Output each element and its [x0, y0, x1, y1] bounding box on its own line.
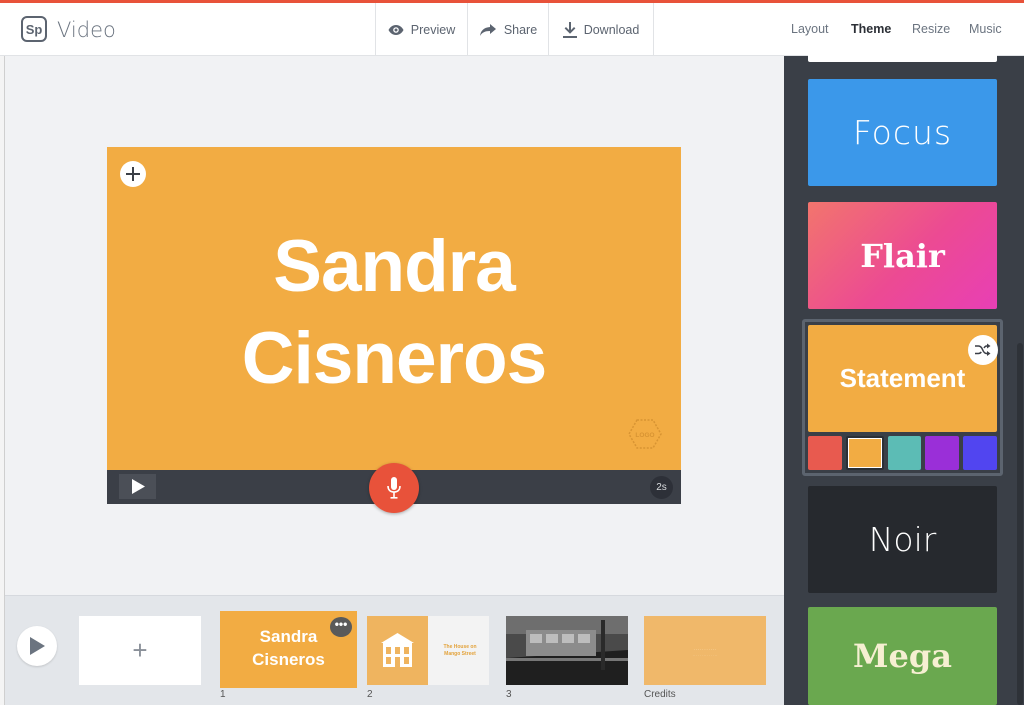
color-swatches	[808, 436, 997, 470]
add-slide-button[interactable]: +	[79, 616, 201, 685]
theme-card-noir[interactable]: Noir	[808, 486, 997, 593]
logo-badge-icon[interactable]: LOGO	[628, 419, 662, 449]
play-all-button[interactable]	[17, 626, 57, 666]
credits-text-line: · · · · · · · · · · · · · ·	[692, 653, 718, 657]
slide-options-button[interactable]: •••	[330, 617, 352, 637]
theme-panel: Focus Flair Statement Noir Mega	[784, 53, 1024, 705]
theme-card-focus[interactable]: Focus	[808, 79, 997, 186]
tab-theme[interactable]: Theme	[851, 22, 891, 36]
shuffle-colors-button[interactable]	[968, 335, 998, 365]
color-swatch-purple[interactable]	[925, 436, 960, 470]
shuffle-icon	[975, 343, 991, 356]
slide-number: 1	[220, 689, 226, 700]
share-button[interactable]: Share	[467, 3, 548, 56]
app-title: Video	[57, 18, 116, 42]
slide-canvas[interactable]: Sandra Cisneros LOGO	[107, 147, 681, 470]
slide-number: 2	[367, 689, 373, 700]
download-button[interactable]: Download	[548, 3, 654, 56]
svg-text:LOGO: LOGO	[635, 432, 654, 439]
play-icon	[30, 637, 45, 655]
slide-number: 3	[506, 689, 512, 700]
house-icon	[381, 633, 414, 667]
app-logo[interactable]: Sp	[21, 16, 47, 42]
eye-icon	[388, 24, 404, 35]
thumbnail-text-panel: The House on Mango Street	[428, 616, 489, 685]
add-element-button[interactable]	[120, 161, 146, 187]
play-slide-button[interactable]	[119, 474, 156, 499]
app-header: Sp Video Preview Share Download Layout T…	[0, 3, 1024, 56]
slide-title[interactable]: Sandra Cisneros	[107, 221, 681, 405]
microphone-icon	[387, 477, 401, 499]
slide-thumbnail-credits[interactable]: · · · · · · · · · · · · · · · · · · · · …	[644, 616, 766, 685]
slide-number: Credits	[644, 689, 676, 700]
tab-resize[interactable]: Resize	[912, 22, 950, 36]
theme-card-statement[interactable]: Statement	[808, 325, 998, 432]
theme-card-mega[interactable]: Mega	[808, 607, 997, 705]
color-swatch-teal[interactable]	[887, 436, 922, 470]
tab-music[interactable]: Music	[969, 22, 1002, 36]
tab-layout[interactable]: Layout	[791, 22, 829, 36]
slide-thumbnail-1[interactable]: Sandra Cisneros •••	[220, 611, 357, 688]
plus-icon: +	[132, 635, 148, 665]
preview-button[interactable]: Preview	[375, 3, 467, 56]
plus-icon	[126, 167, 140, 181]
record-voice-button[interactable]	[369, 463, 419, 513]
theme-card-statement-selected[interactable]: Statement	[802, 319, 1003, 476]
share-arrow-icon	[479, 23, 496, 36]
sidebar-scrollbar-thumb[interactable]	[1017, 343, 1023, 705]
train-photo	[506, 616, 628, 685]
play-icon	[131, 479, 145, 494]
theme-card-above[interactable]	[808, 53, 997, 62]
color-swatch-orange[interactable]	[845, 436, 884, 470]
credits-text-line: · · · · · · · · · · ·	[693, 648, 717, 652]
thumbnail-image-panel	[367, 616, 428, 685]
download-icon	[562, 21, 577, 38]
color-swatch-blue[interactable]	[963, 436, 997, 470]
slide-thumbnail-2[interactable]: The House on Mango Street	[367, 616, 489, 685]
theme-card-flair[interactable]: Flair	[808, 202, 997, 309]
color-swatch-red[interactable]	[808, 436, 842, 470]
slide-thumbnail-3[interactable]	[506, 616, 628, 685]
slide-duration-badge[interactable]: 2s	[650, 476, 673, 499]
timeline: + Sandra Cisneros ••• 1 The House on Man…	[5, 595, 784, 705]
slide-stage: Sandra Cisneros LOGO 2s	[107, 147, 681, 513]
